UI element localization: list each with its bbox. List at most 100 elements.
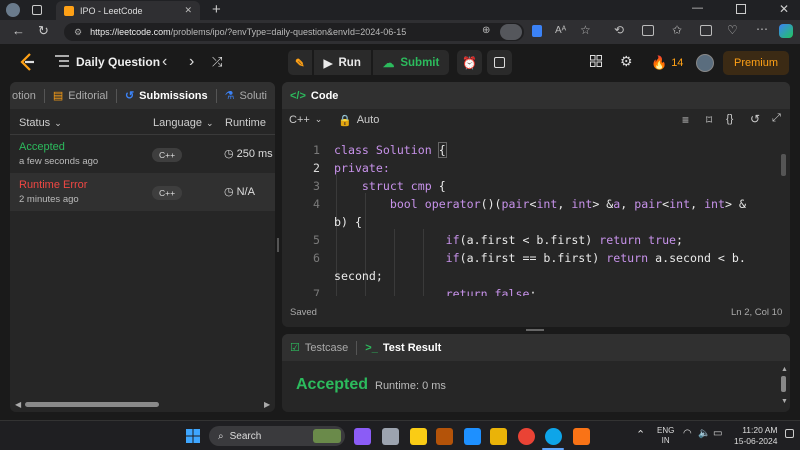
leetcode-logo-icon[interactable] [18, 52, 36, 72]
fullscreen-icon[interactable]: ⤢ [772, 112, 781, 125]
sticky-notes-icon[interactable] [410, 428, 427, 445]
show-hidden-icons[interactable]: ⌃ [636, 428, 645, 441]
tab-testcase-label: Testcase [304, 341, 349, 354]
scroll-right-arrow[interactable]: ▶ [264, 400, 270, 409]
tab-close-icon[interactable]: ✕ [184, 5, 192, 16]
language-indicator[interactable]: ENG IN [657, 426, 674, 446]
widgets-icon[interactable] [354, 428, 371, 445]
panel-resize-handle[interactable] [277, 238, 279, 252]
favorite-star-icon[interactable]: ☆ [580, 23, 591, 37]
format-icon[interactable]: ≡ [682, 113, 689, 127]
bookmark-icon[interactable]: ⌑ [706, 113, 712, 127]
timer-button[interactable]: ⏰ [457, 50, 482, 75]
file-explorer-icon[interactable] [490, 428, 507, 445]
volume-icon[interactable]: 🔈 [698, 428, 710, 439]
scroll-down-arrow[interactable]: ▼ [781, 398, 788, 405]
code-editor[interactable]: 1 2 3 4 5 6 7 class Solution { private: … [282, 139, 790, 296]
tab-solutions[interactable]: ⚗ Soluti [217, 89, 275, 103]
code-icon: </> [290, 89, 306, 102]
copilot-icon[interactable] [779, 24, 793, 38]
chevron-right-icon[interactable]: › [189, 53, 194, 71]
scroll-up-arrow[interactable]: ▲ [781, 366, 788, 373]
left-panel-tabs: otion ▤ Editorial ↺ Submissions ⚗ Soluti [10, 82, 275, 109]
avatar[interactable] [696, 54, 714, 72]
table-row[interactable]: Accepted a few seconds ago C++ ◷ 250 ms [10, 135, 275, 173]
clock[interactable]: 11:20 AM 15-06-2024 [734, 425, 777, 447]
taskbar-search[interactable]: ⌕ Search [209, 426, 345, 446]
close-window-button[interactable]: ✕ [779, 2, 789, 16]
code-line: if(a.first == b.first) return a.second <… [334, 251, 746, 265]
gear-icon[interactable]: ⚙ [620, 53, 633, 70]
debug-button[interactable]: ✎ [288, 50, 312, 75]
chevron-left-icon[interactable]: ‹ [162, 53, 167, 71]
tab-test-result[interactable]: >_ Test Result [357, 342, 449, 354]
chrome-icon[interactable] [518, 428, 535, 445]
submission-status[interactable]: Accepted [19, 141, 65, 153]
notes-button[interactable] [487, 50, 512, 75]
sublime-text-icon[interactable] [436, 428, 453, 445]
layout-icon[interactable] [590, 55, 602, 67]
streak-counter[interactable]: 🔥 14 [651, 55, 683, 71]
windows-start-icon[interactable] [186, 429, 200, 443]
clock-date: 15-06-2024 [734, 436, 778, 446]
back-icon[interactable]: ← [12, 23, 25, 38]
result-runtime: Runtime: 0 ms [375, 380, 446, 392]
list-icon[interactable] [55, 55, 69, 67]
clock-time: 11:20 AM [742, 425, 778, 435]
tab-editorial[interactable]: ▤ Editorial [45, 89, 116, 103]
split-screen-icon[interactable] [642, 25, 654, 36]
run-button[interactable]: ▶ Run [313, 50, 371, 75]
tab-testcase[interactable]: ☑ Testcase [282, 341, 356, 355]
new-tab-button[interactable]: + [212, 1, 221, 18]
task-view-icon[interactable] [382, 428, 399, 445]
auto-mode[interactable]: 🔒 Auto [338, 114, 379, 127]
language-column-header[interactable]: Language ⌄ [153, 117, 214, 129]
browser-tab[interactable]: IPO - LeetCode ✕ [56, 1, 200, 20]
history-icon: ↺ [124, 90, 135, 102]
braces-icon[interactable]: {} [726, 113, 733, 125]
favorites-icon[interactable]: ✩ [672, 23, 682, 37]
wifi-icon[interactable]: ◠ [683, 428, 692, 439]
browser-essentials-icon[interactable]: ♡ [727, 23, 738, 37]
extension-icon[interactable] [532, 25, 542, 37]
submit-button[interactable]: ☁ Submit [372, 50, 450, 75]
profile-avatar[interactable] [6, 3, 20, 17]
maximize-button[interactable] [736, 4, 746, 14]
battery-icon[interactable]: ▭ [713, 428, 722, 439]
tab-submissions[interactable]: ↺ Submissions [117, 89, 216, 103]
reset-icon[interactable]: ↺ [750, 112, 760, 126]
language-select[interactable]: C++ ⌄ [289, 114, 322, 126]
panel-resize-handle[interactable] [526, 329, 544, 331]
horizontal-scrollbar[interactable] [25, 402, 159, 407]
more-menu-icon[interactable]: ⋯ [756, 22, 768, 36]
read-aloud-icon[interactable]: Aᴬ [555, 25, 566, 36]
minimize-button[interactable]: — [692, 2, 703, 14]
runtime-cell: ◷ N/A [224, 185, 255, 199]
notification-icon[interactable] [785, 429, 794, 438]
vertical-scrollbar[interactable] [781, 376, 786, 392]
edge-icon[interactable] [545, 428, 562, 445]
address-bar[interactable]: ⚙ https://leetcode.com/problems/ipo/?env… [64, 23, 524, 41]
zoom-icon[interactable]: ⊕ [482, 25, 490, 36]
extensions-icon[interactable]: ⟲ [614, 23, 624, 37]
submission-status[interactable]: Runtime Error [19, 179, 87, 191]
status-column-header[interactable]: Status ⌄ [19, 117, 62, 129]
tab-actions-icon[interactable] [32, 5, 42, 15]
scroll-left-arrow[interactable]: ◀ [15, 400, 21, 409]
tracking-prevention-icon[interactable] [500, 24, 522, 40]
code-line: bool operator()(pair<int, int> &a, pair<… [334, 197, 746, 211]
table-row[interactable]: Runtime Error 2 minutes ago C++ ◷ N/A [10, 173, 275, 211]
vscode-icon[interactable] [464, 428, 481, 445]
premium-button[interactable]: Premium [723, 51, 789, 75]
site-info-icon[interactable]: ⚙ [74, 27, 82, 38]
vertical-scrollbar[interactable] [781, 154, 786, 176]
line-number: 6 [313, 251, 320, 265]
shuffle-icon[interactable]: ⤮ [212, 54, 222, 70]
tab-description[interactable]: otion [10, 90, 44, 102]
collections-icon[interactable] [700, 25, 712, 36]
checkbox-icon: ☑ [290, 342, 300, 354]
cloud-upload-icon: ☁ [382, 57, 395, 70]
daily-question-link[interactable]: Daily Question [76, 55, 160, 69]
refresh-icon[interactable]: ↻ [38, 23, 49, 39]
brave-icon[interactable] [573, 428, 590, 445]
